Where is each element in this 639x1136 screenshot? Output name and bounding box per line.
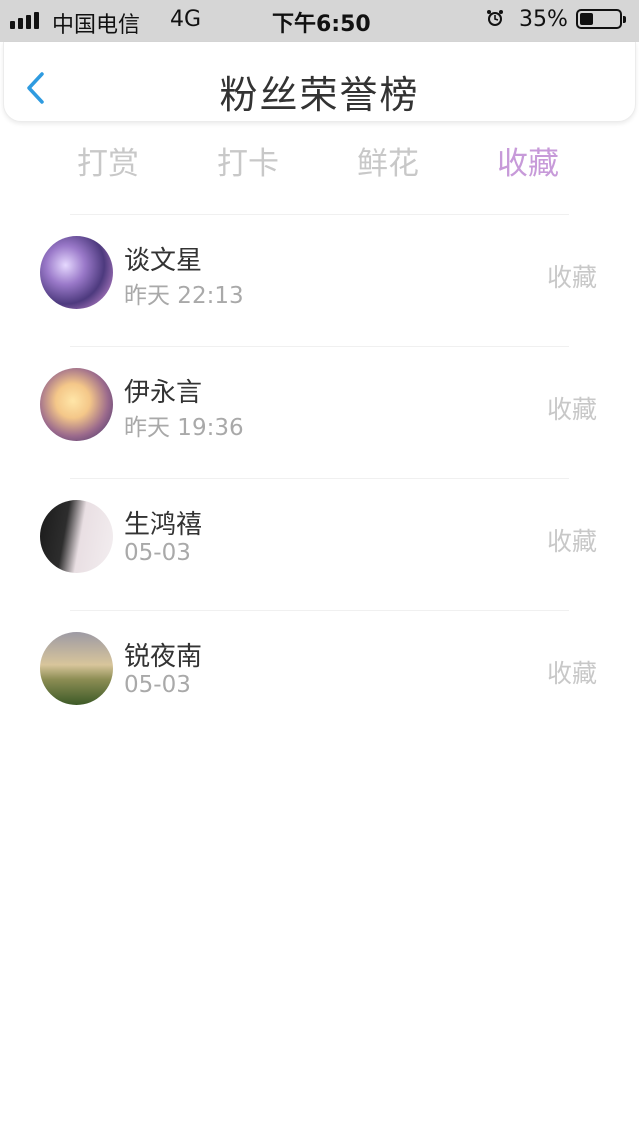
fan-time: 05-03 (124, 672, 191, 698)
list-item[interactable]: 伊永言 昨天 19:36 收藏 (0, 346, 639, 478)
favorite-label: 收藏 (546, 527, 597, 556)
list-item[interactable]: 锐夜南 05-03 收藏 (0, 610, 639, 742)
screen: 中国电信 4G 下午6:50 35% 粉丝荣誉榜 打赏 打卡 鲜花 收藏 谈文星… (0, 0, 639, 1136)
fan-name: 生鸿禧 (124, 510, 203, 540)
divider (70, 214, 569, 215)
fan-name: 伊永言 (124, 378, 203, 408)
list-item[interactable]: 生鸿禧 05-03 收藏 (0, 478, 639, 610)
page-title: 粉丝荣誉榜 (219, 73, 420, 117)
avatar[interactable] (40, 236, 113, 309)
favorite-label: 收藏 (546, 395, 597, 424)
battery-icon (576, 9, 626, 29)
favorite-label: 收藏 (546, 263, 597, 292)
clock: 下午6:50 (272, 12, 371, 37)
alarm-icon (487, 10, 503, 26)
favorite-label: 收藏 (546, 659, 597, 688)
avatar[interactable] (40, 368, 113, 441)
tab-flowers[interactable]: 鲜花 (338, 138, 438, 183)
fan-time: 昨天 22:13 (124, 283, 244, 309)
tab-favorites[interactable]: 收藏 (478, 138, 578, 183)
fan-name: 谈文星 (124, 246, 203, 276)
network-label: 4G (170, 7, 202, 32)
avatar[interactable] (40, 500, 113, 573)
signal-icon (10, 12, 39, 29)
battery-percent: 35% (519, 7, 568, 32)
divider (70, 346, 569, 347)
tab-bar: 打赏 打卡 鲜花 收藏 (0, 138, 639, 188)
divider (70, 478, 569, 479)
avatar[interactable] (40, 632, 113, 705)
fan-time: 昨天 19:36 (124, 415, 244, 441)
header-bar: 粉丝荣誉榜 (3, 42, 636, 122)
divider (70, 610, 569, 611)
carrier-label: 中国电信 (52, 13, 141, 38)
status-bar: 中国电信 4G 下午6:50 35% (0, 0, 639, 42)
fan-name: 锐夜南 (124, 642, 203, 672)
list-item[interactable]: 谈文星 昨天 22:13 收藏 (0, 214, 639, 346)
fan-time: 05-03 (124, 540, 191, 566)
tab-checkin[interactable]: 打卡 (198, 138, 298, 183)
tab-reward[interactable]: 打赏 (58, 138, 158, 183)
